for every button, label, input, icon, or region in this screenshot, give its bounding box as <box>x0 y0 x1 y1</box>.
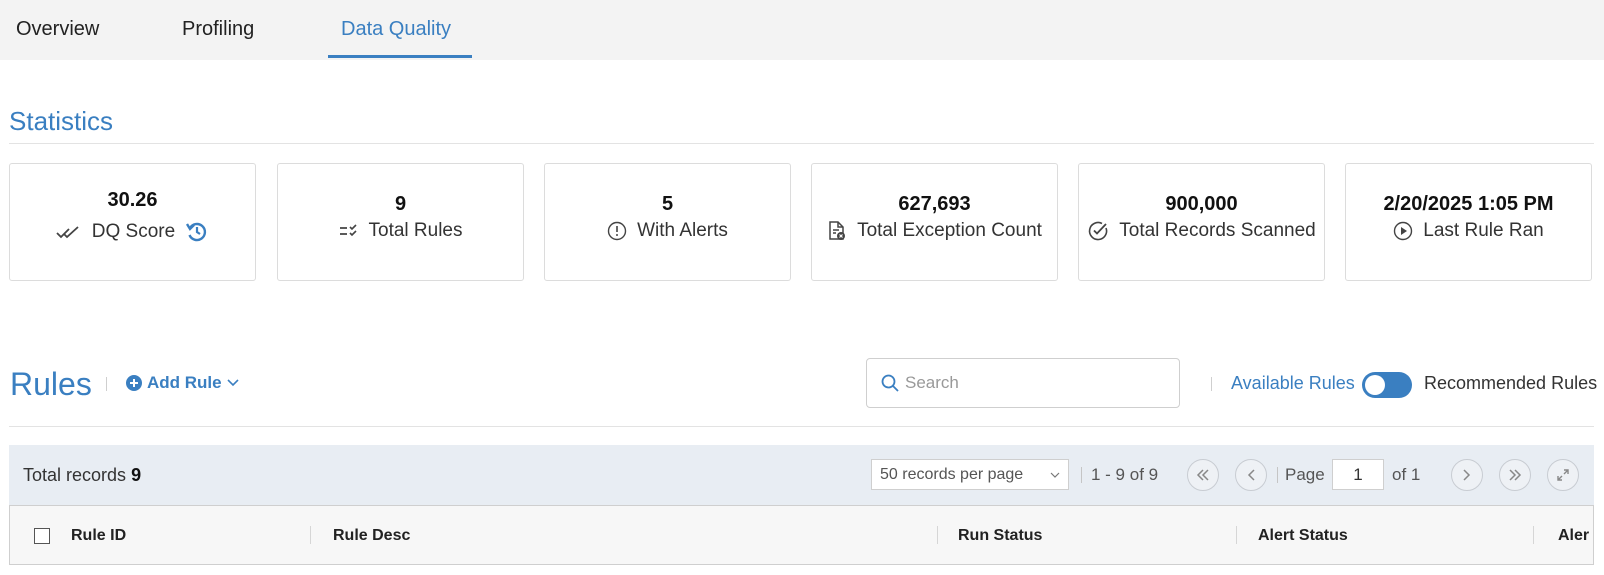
with-alerts-value: 5 <box>661 193 674 215</box>
page-label: Page <box>1285 465 1325 484</box>
toolbar-separator <box>1277 467 1278 483</box>
records-per-page-select[interactable]: 50 records per page <box>871 459 1069 490</box>
available-rules-label[interactable]: Available Rules <box>1231 373 1355 394</box>
total-rules-label: Total Rules <box>368 220 463 241</box>
stat-card-dq-score: 30.26 DQ Score <box>9 163 256 281</box>
check-circle-icon <box>1087 220 1109 242</box>
add-rule-label: Add Rule <box>147 373 222 392</box>
history-icon[interactable] <box>185 220 209 244</box>
first-page-button[interactable] <box>1187 459 1219 491</box>
record-range: 1 - 9 of 9 <box>1091 465 1159 484</box>
stat-card-last-rule-ran: 2/20/2025 1:05 PM Last Rule Ran <box>1345 163 1592 281</box>
search-icon <box>881 374 899 392</box>
search-input[interactable] <box>905 373 1165 393</box>
expand-icon <box>1556 468 1570 482</box>
with-alerts-label-row: With Alerts <box>545 220 790 242</box>
column-resize-handle[interactable] <box>1533 526 1534 544</box>
total-records-count: 9 <box>131 465 142 485</box>
tab-profiling[interactable]: Profiling <box>182 18 254 41</box>
search-separator <box>1211 377 1212 391</box>
stat-card-total-exception-count: 627,693 Total Exception Count <box>811 163 1058 281</box>
double-chevron-right-icon <box>1508 469 1522 481</box>
rules-list-icon <box>339 223 359 239</box>
total-records: Total records 9 <box>23 465 141 486</box>
tab-bar: Overview Profiling Data Quality <box>0 0 1604 60</box>
recommended-rules-label[interactable]: Recommended Rules <box>1424 373 1597 394</box>
total-rules-value: 9 <box>394 193 407 215</box>
dq-score-label-row: DQ Score <box>10 220 255 244</box>
statistics-title: Statistics <box>9 106 114 136</box>
statistics-divider <box>9 143 1594 144</box>
table-toolbar: Total records 9 50 records per page 1 - … <box>9 445 1594 505</box>
play-circle-icon <box>1393 221 1413 241</box>
file-error-icon <box>827 220 847 242</box>
last-page-button[interactable] <box>1499 459 1531 491</box>
tab-data-quality[interactable]: Data Quality <box>341 18 451 41</box>
total-exception-count-label: Total Exception Count <box>857 220 1042 241</box>
table-header: Rule ID Rule Desc Run Status Alert Statu… <box>9 505 1594 565</box>
column-resize-handle[interactable] <box>1236 526 1237 544</box>
total-records-scanned-label-row: Total Records Scanned <box>1079 220 1324 242</box>
alert-circle-icon <box>607 221 627 241</box>
previous-page-button[interactable] <box>1235 459 1267 491</box>
dq-score-label: DQ Score <box>91 221 176 242</box>
with-alerts-label: With Alerts <box>637 220 728 241</box>
column-resize-handle[interactable] <box>937 526 938 544</box>
chevron-down-icon <box>1050 472 1060 478</box>
column-header-alert-status[interactable]: Alert Status <box>1258 527 1348 545</box>
rules-title: Rules <box>10 366 92 402</box>
next-page-button[interactable] <box>1451 459 1483 491</box>
add-rule-button[interactable]: Add Rule <box>126 373 239 393</box>
total-records-scanned-value: 900,000 <box>1165 193 1238 215</box>
total-records-scanned-label: Total Records Scanned <box>1119 220 1316 241</box>
search-box <box>866 358 1180 408</box>
rules-source-toggle[interactable] <box>1362 372 1412 398</box>
chevron-right-icon <box>1463 469 1471 481</box>
page-number-input[interactable] <box>1332 459 1384 490</box>
last-rule-ran-label: Last Rule Ran <box>1423 220 1544 241</box>
column-header-run-status[interactable]: Run Status <box>958 527 1042 545</box>
select-all-checkbox[interactable] <box>34 528 50 544</box>
chevron-left-icon <box>1247 469 1255 481</box>
rules-divider <box>9 426 1594 427</box>
stat-card-total-records-scanned: 900,000 Total Records Scanned <box>1078 163 1325 281</box>
column-resize-handle[interactable] <box>310 526 311 544</box>
dq-score-value: 30.26 <box>107 189 158 211</box>
column-header-alert-truncated[interactable]: Aler <box>1558 527 1589 545</box>
total-records-label: Total records <box>23 465 127 485</box>
rules-title-separator <box>106 377 107 391</box>
toggle-knob <box>1365 375 1385 395</box>
column-header-rule-desc[interactable]: Rule Desc <box>333 527 410 545</box>
plus-circle-icon <box>126 375 142 391</box>
toolbar-separator <box>1081 467 1082 483</box>
total-exception-count-label-row: Total Exception Count <box>812 220 1057 242</box>
page-count: of 1 <box>1392 465 1421 484</box>
last-rule-ran-label-row: Last Rule Ran <box>1346 220 1591 242</box>
chevron-down-icon <box>227 379 239 387</box>
stat-card-total-rules: 9 Total Rules <box>277 163 524 281</box>
stat-card-with-alerts: 5 With Alerts <box>544 163 791 281</box>
records-per-page-value: 50 records per page <box>880 465 1024 483</box>
total-rules-label-row: Total Rules <box>278 220 523 242</box>
double-chevron-left-icon <box>1196 469 1210 481</box>
last-rule-ran-value: 2/20/2025 1:05 PM <box>1383 193 1554 215</box>
expand-button[interactable] <box>1547 459 1579 491</box>
column-header-rule-id[interactable]: Rule ID <box>71 527 126 545</box>
total-exception-count-value: 627,693 <box>898 193 971 215</box>
double-check-icon <box>56 224 82 240</box>
active-tab-indicator <box>328 55 472 58</box>
tab-overview[interactable]: Overview <box>16 18 99 41</box>
